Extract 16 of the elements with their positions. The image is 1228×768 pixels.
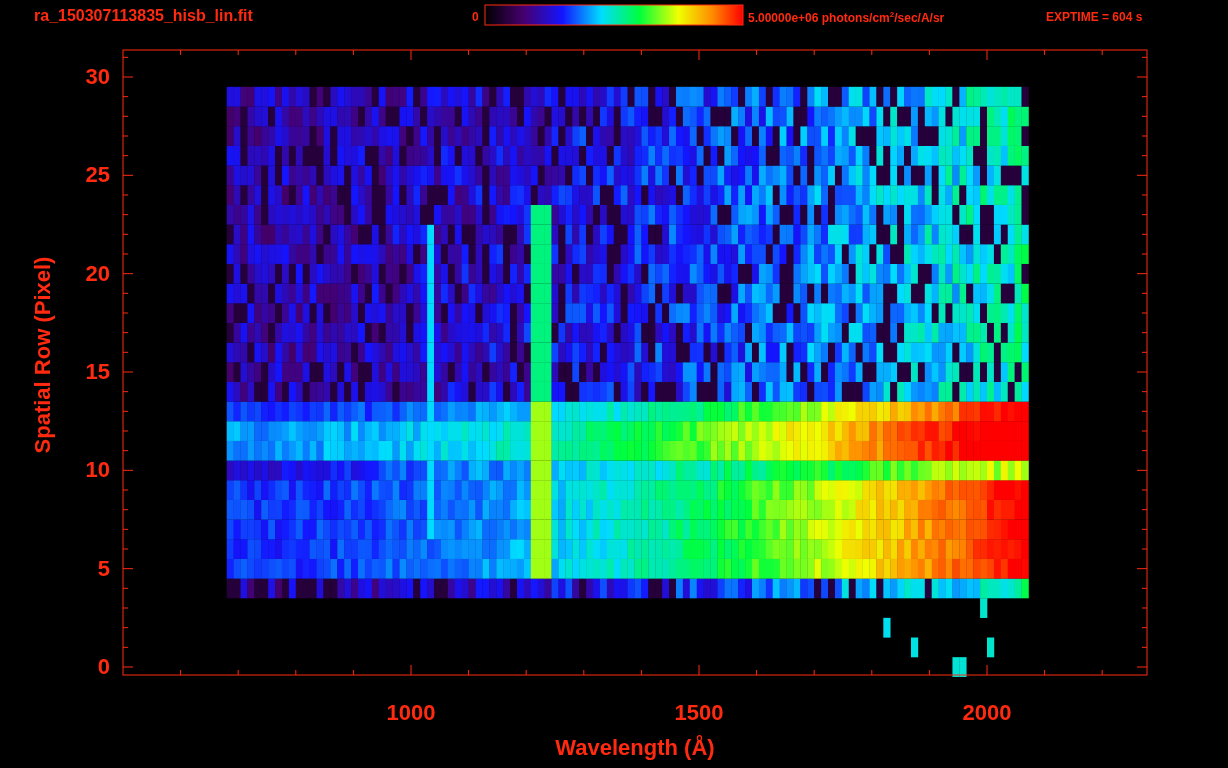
x-tick-label: 1000 <box>386 702 436 724</box>
y-axis-title: Spatial Row (Pixel) <box>32 256 54 454</box>
x-tick-label: 1500 <box>674 702 724 724</box>
y-tick-label: 5 <box>97 557 110 580</box>
y-tick-label: 20 <box>85 262 110 285</box>
x-axis-title: Wavelength (Å) <box>555 737 715 759</box>
x-tick-label: 2000 <box>962 702 1012 724</box>
exposure-time-label: EXPTIME = 604 s <box>1046 11 1143 23</box>
colorbar-min-label: 0 <box>472 11 479 23</box>
y-tick-label: 15 <box>85 361 110 383</box>
y-tick-label: 0 <box>97 656 110 678</box>
file-title: ra_150307113835_hisb_lin.fit <box>34 8 253 24</box>
y-tick-label: 10 <box>85 459 110 482</box>
y-tick-label: 30 <box>85 66 110 88</box>
y-tick-label: 25 <box>85 164 110 187</box>
colorbar-max-label: 5.00000e+06 photons/cm$^{2}$/sec/A/sr <box>748 11 945 24</box>
